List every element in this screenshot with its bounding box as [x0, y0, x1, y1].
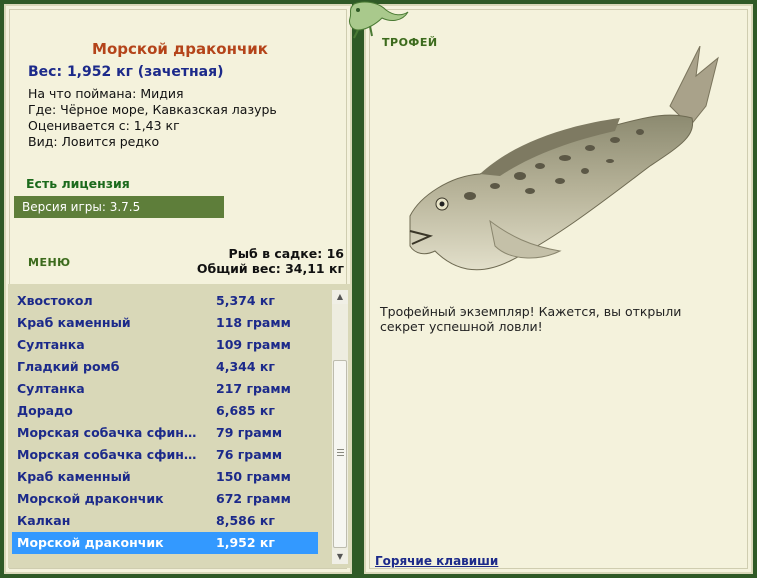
fish-weight-cell: 217 грамм: [216, 381, 291, 396]
fish-weight-cell: 5,374 кг: [216, 293, 275, 308]
list-item[interactable]: Калкан 8,586 кг: [12, 510, 318, 532]
fish-weight-cell: 6,685 кг: [216, 403, 275, 418]
fish-kind: Вид: Ловится редко: [28, 134, 160, 149]
fish-name: Морская собачка сфинкс: [17, 447, 197, 462]
fish-location: Где: Чёрное море, Кавказская лазурь: [28, 102, 277, 117]
list-item[interactable]: Морской дракончик 672 грамм: [12, 488, 318, 510]
grip-line: [337, 455, 344, 456]
fish-valued-from: Оценивается с: 1,43 кг: [28, 118, 180, 133]
scroll-up-arrow-icon[interactable]: ▲: [332, 290, 348, 304]
fish-name: Краб каменный: [17, 315, 131, 330]
fish-name: Султанка: [17, 381, 85, 396]
fish-weight-cell: 150 грамм: [216, 469, 291, 484]
list-item[interactable]: Султанка 217 грамм: [12, 378, 318, 400]
caught-fish-list[interactable]: Хвостокол 5,374 кг Краб каменный 118 грамм С…: [8, 284, 350, 568]
fish-weight: Вес: 1,952 кг (зачетная): [28, 64, 224, 80]
fish-name: Дорадо: [17, 403, 73, 418]
total-weight: Общий вес: 34,11 кг: [196, 261, 344, 276]
fish-name: Хвостокол: [17, 293, 93, 308]
list-item[interactable]: Хвостокол 5,374 кг: [12, 290, 318, 312]
fish-weight-cell: 1,952 кг: [216, 535, 275, 550]
menu-button[interactable]: МЕНЮ: [28, 256, 71, 269]
list-item[interactable]: Дорадо 6,685 кг: [12, 400, 318, 422]
fish-weight-cell: 8,586 кг: [216, 513, 275, 528]
grip-line: [337, 452, 344, 453]
grip-line: [337, 449, 344, 450]
fish-weight-cell: 672 грамм: [216, 491, 291, 506]
list-item[interactable]: Краб каменный 118 грамм: [12, 312, 318, 334]
trophy-panel: ТРОФЕЙ Трофейный экземпляр! Кажется, вы …: [364, 4, 753, 574]
scroll-thumb[interactable]: [333, 360, 347, 548]
fish-name: Гладкий ромб: [17, 359, 120, 374]
fish-bait: На что поймана: Мидия: [28, 86, 184, 101]
list-item[interactable]: Морская собачка сфинкс 79 грамм: [12, 422, 318, 444]
fish-photo: [409, 46, 719, 271]
fish-weight-cell: 109 грамм: [216, 337, 291, 352]
fish-name: Морской дракончик: [17, 491, 164, 506]
lizard-icon: [349, 1, 409, 39]
fish-name: Султанка: [17, 337, 85, 352]
fish-weight-cell: 79 грамм: [216, 425, 283, 440]
fish-weight-cell: 4,344 кг: [216, 359, 275, 374]
fish-title: Морской дракончик: [92, 40, 268, 58]
fish-weight-cell: 76 грамм: [216, 447, 283, 462]
license-status: Есть лицензия: [26, 176, 130, 191]
list-item[interactable]: Морской дракончик 1,952 кг: [12, 532, 318, 554]
cage-stats: Рыб в садке: 16 Общий вес: 34,11 кг: [197, 246, 344, 276]
list-item[interactable]: Гладкий ромб 4,344 кг: [12, 356, 318, 378]
hotkeys-link[interactable]: Горячие клавиши: [375, 554, 498, 568]
list-item[interactable]: Краб каменный 150 грамм: [12, 466, 318, 488]
list-scrollbar[interactable]: ▲ ▼: [332, 290, 348, 564]
list-item[interactable]: Морская собачка сфинкс 76 грамм: [12, 444, 318, 466]
game-version-bar: Версия игры: 3.7.5: [14, 196, 224, 218]
fish-name: Краб каменный: [17, 469, 131, 484]
fish-count: Рыб в садке: 16: [228, 246, 344, 261]
fish-name: Морская собачка сфинкс: [17, 425, 197, 440]
fish-weight-cell: 118 грамм: [216, 315, 291, 330]
trophy-description: Трофейный экземпляр! Кажется, вы открыли…: [380, 304, 682, 334]
fish-name: Калкан: [17, 513, 71, 528]
list-item[interactable]: Султанка 109 грамм: [12, 334, 318, 356]
fish-name: Морской дракончик: [17, 535, 164, 550]
scroll-down-arrow-icon[interactable]: ▼: [332, 550, 348, 564]
